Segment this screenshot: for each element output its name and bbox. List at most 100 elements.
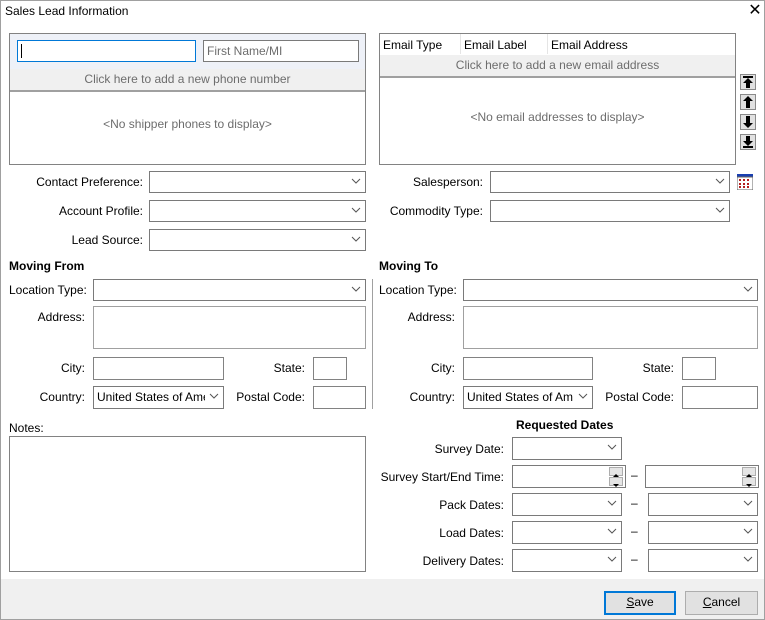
to-city-input[interactable]	[463, 357, 593, 380]
move-down-icon	[743, 116, 753, 128]
first-name-input[interactable]: First Name/MI	[203, 40, 359, 62]
window-title: Sales Lead Information	[5, 4, 129, 18]
chevron-down-icon	[743, 528, 753, 534]
commodity-type-select[interactable]	[490, 200, 730, 222]
moving-from-heading: Moving From	[9, 259, 85, 273]
notes-textarea[interactable]	[9, 436, 366, 572]
chevron-down-icon	[607, 500, 617, 506]
from-country-select[interactable]: United States of Ame	[93, 386, 224, 409]
salesperson-select[interactable]	[490, 171, 730, 193]
from-city-input[interactable]	[93, 357, 224, 380]
load-start-date[interactable]	[512, 521, 622, 544]
chevron-down-icon	[351, 286, 361, 292]
column-divider	[460, 34, 461, 54]
contact-preference-select[interactable]	[149, 171, 366, 193]
chevron-down-icon	[607, 528, 617, 534]
chevron-down-icon	[351, 207, 361, 213]
load-end-date[interactable]	[648, 521, 758, 544]
text-cursor	[21, 44, 22, 58]
range-separator: –	[631, 496, 638, 510]
to-location-type-select[interactable]	[463, 279, 758, 301]
from-location-type-select[interactable]	[93, 279, 366, 301]
move-top-button[interactable]	[740, 74, 756, 90]
load-dates-label: Load Dates:	[439, 526, 504, 540]
chevron-down-icon	[715, 178, 725, 184]
spin-up-button[interactable]	[742, 467, 756, 477]
to-address-input[interactable]	[463, 306, 758, 349]
to-country-select[interactable]: United States of Am	[463, 386, 593, 409]
spin-down-button[interactable]	[742, 477, 756, 487]
to-state-input[interactable]	[682, 357, 716, 380]
column-divider	[547, 34, 548, 54]
from-location-type-label: Location Type:	[9, 283, 87, 297]
survey-start-time[interactable]	[512, 465, 626, 488]
cancel-button[interactable]: Cancel	[685, 591, 758, 615]
chevron-down-icon	[578, 393, 588, 399]
delivery-end-date[interactable]	[648, 549, 758, 572]
from-state-input[interactable]	[313, 357, 347, 380]
email-header-label[interactable]: Email Label	[464, 38, 527, 52]
from-postal-code-label: Postal Code:	[236, 390, 305, 404]
last-name-input[interactable]	[17, 40, 196, 62]
move-up-icon	[743, 96, 753, 108]
commodity-type-label: Commodity Type:	[389, 204, 483, 218]
survey-end-time[interactable]	[645, 465, 759, 488]
phone-panel: First Name/MI Click here to add a new ph…	[9, 33, 366, 165]
sales-lead-dialog: Sales Lead Information ✕ First Name/MI C…	[0, 0, 765, 620]
move-bottom-icon	[743, 136, 753, 148]
delivery-dates-label: Delivery Dates:	[422, 554, 504, 568]
email-header-address[interactable]: Email Address	[551, 38, 628, 52]
pack-end-date[interactable]	[648, 493, 758, 516]
first-name-placeholder: First Name/MI	[207, 44, 283, 58]
to-city-label: City:	[431, 361, 455, 375]
calendar-icon[interactable]	[736, 174, 754, 191]
empty-emails-text: <No email addresses to display>	[470, 110, 645, 124]
from-postal-code-input[interactable]	[313, 386, 366, 409]
range-separator: –	[631, 468, 638, 482]
contact-preference-label: Contact Preference:	[36, 175, 143, 189]
pack-start-date[interactable]	[512, 493, 622, 516]
chevron-down-icon	[351, 178, 361, 184]
moving-to-heading: Moving To	[379, 259, 439, 273]
chevron-down-icon	[743, 556, 753, 562]
range-separator: –	[631, 524, 638, 538]
move-down-button[interactable]	[740, 114, 756, 130]
close-icon[interactable]: ✕	[746, 2, 764, 20]
account-profile-select[interactable]	[149, 200, 366, 222]
chevron-down-icon	[743, 500, 753, 506]
to-postal-code-input[interactable]	[682, 386, 758, 409]
salesperson-label: Salesperson:	[412, 175, 483, 189]
email-header-type[interactable]: Email Type	[383, 38, 442, 52]
from-address-input[interactable]	[93, 306, 366, 349]
move-up-button[interactable]	[740, 94, 756, 110]
save-button[interactable]: Save	[604, 591, 676, 615]
delivery-start-date[interactable]	[512, 549, 622, 572]
account-profile-label: Account Profile:	[58, 204, 143, 218]
chevron-down-icon	[607, 444, 617, 450]
from-address-label: Address:	[37, 310, 85, 324]
spin-up-button[interactable]	[609, 467, 623, 477]
notes-label: Notes:	[9, 421, 44, 435]
chevron-down-icon	[209, 393, 219, 399]
to-postal-code-label: Postal Code:	[605, 390, 674, 404]
add-phone-row[interactable]: Click here to add a new phone number	[10, 69, 365, 92]
to-state-label: State:	[642, 361, 674, 375]
survey-date-picker[interactable]	[512, 437, 622, 460]
chevron-down-icon	[715, 207, 725, 213]
add-email-row[interactable]: Click here to add a new email address	[380, 55, 735, 78]
add-phone-text: Click here to add a new phone number	[84, 72, 291, 86]
to-country-label: Country:	[409, 390, 455, 404]
from-state-label: State:	[273, 361, 305, 375]
move-top-icon	[743, 76, 753, 88]
spin-down-button[interactable]	[609, 477, 623, 487]
pack-dates-label: Pack Dates:	[439, 498, 504, 512]
lead-source-label: Lead Source:	[71, 233, 143, 247]
survey-date-label: Survey Date:	[434, 442, 504, 456]
lead-source-select[interactable]	[149, 229, 366, 251]
from-city-label: City:	[61, 361, 85, 375]
from-country-label: Country:	[39, 390, 85, 404]
section-divider	[372, 279, 373, 409]
move-bottom-button[interactable]	[740, 134, 756, 150]
range-separator: –	[631, 552, 638, 566]
chevron-down-icon	[607, 556, 617, 562]
